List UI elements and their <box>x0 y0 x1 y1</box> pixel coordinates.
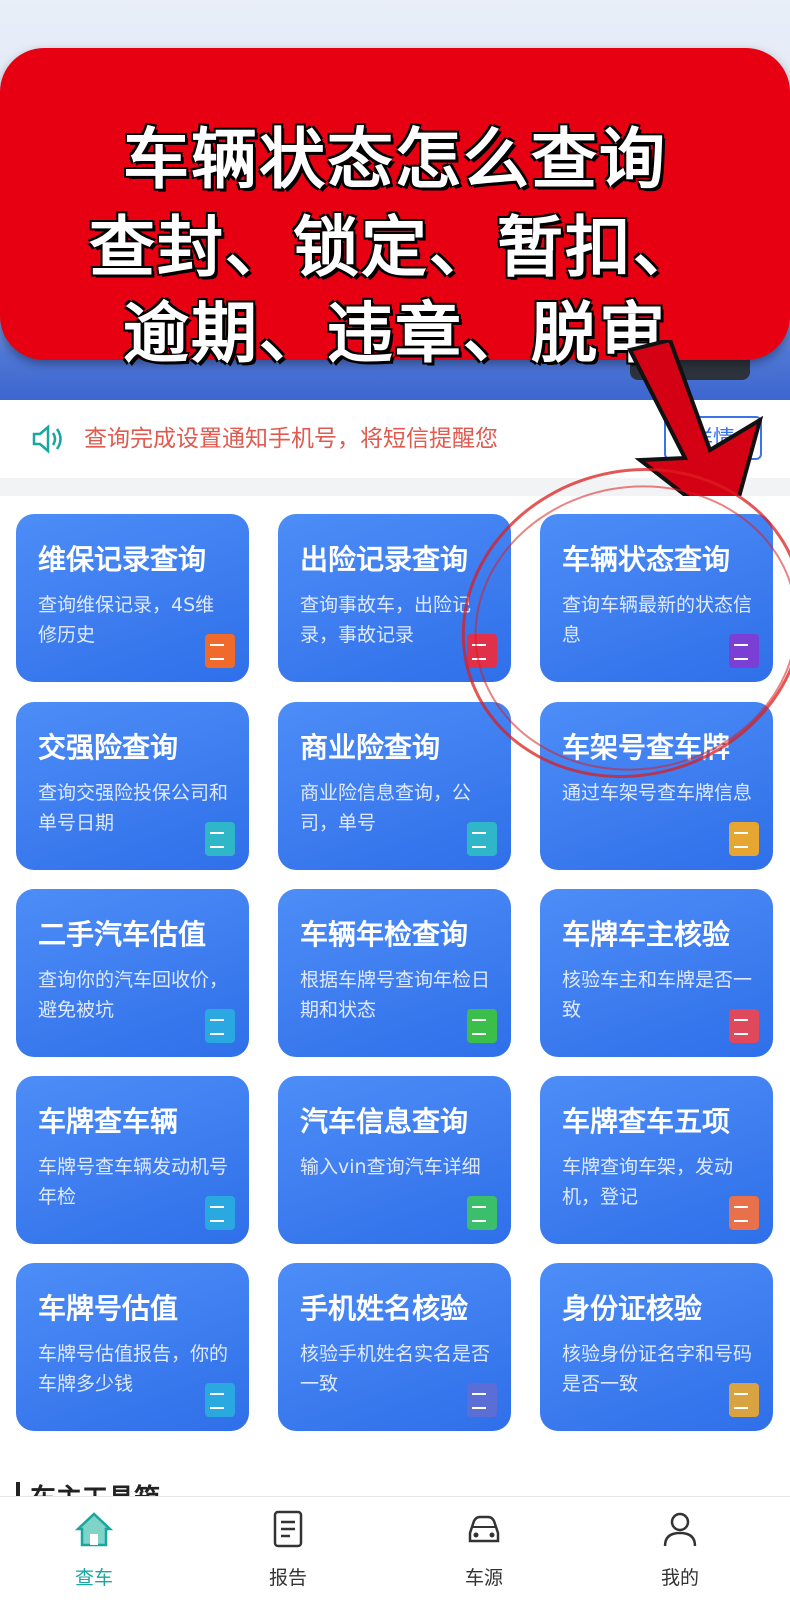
card-maintenance-record[interactable]: 维保记录查询 查询维保记录，4S维修历史 <box>16 514 249 682</box>
card-desc: 车牌号查车辆发动机号年检 <box>38 1156 229 1208</box>
card-title: 车牌号估值 <box>38 1292 179 1325</box>
card-title: 身份证核验 <box>562 1292 703 1325</box>
card-plate-valuation[interactable]: 车牌号估值 车牌号估值报告，你的车牌多少钱 <box>16 1263 249 1431</box>
card-title: 汽车信息查询 <box>300 1105 469 1138</box>
card-commercial-insurance[interactable]: 商业险查询 商业险信息查询，公司，单号 <box>278 702 511 870</box>
notice-text: 查询完成设置通知手机号，将短信提醒您 <box>84 426 498 452</box>
tab-label: 我的 <box>660 1567 699 1589</box>
card-desc: 通过车架号查车牌信息 <box>562 782 753 804</box>
card-desc: 商业险信息查询，公司，单号 <box>300 782 472 834</box>
tab-label: 查车 <box>74 1567 113 1589</box>
card-title: 车辆年检查询 <box>300 918 469 951</box>
card-id-verification[interactable]: 身份证核验 核验身份证名字和号码是否一致 <box>540 1263 773 1431</box>
tab-mine[interactable]: 我的 <box>620 1505 740 1597</box>
card-title: 维保记录查询 <box>38 543 207 576</box>
report-icon <box>205 634 235 668</box>
report-icon <box>467 1009 497 1043</box>
card-title: 出险记录查询 <box>300 543 469 576</box>
report-icon <box>205 1009 235 1043</box>
tab-label: 车源 <box>464 1567 503 1589</box>
card-owner-verification[interactable]: 车牌车主核验 核验车主和车牌是否一致 <box>540 889 773 1057</box>
home-icon <box>74 1512 114 1547</box>
card-desc: 查询交强险投保公司和单号日期 <box>38 782 229 834</box>
report-icon <box>467 1383 497 1417</box>
car-icon <box>468 1515 500 1543</box>
card-title: 手机姓名核验 <box>300 1292 469 1325</box>
tab-label: 报告 <box>268 1567 307 1589</box>
card-title: 二手汽车估值 <box>38 918 207 951</box>
tab-report[interactable]: 报告 <box>228 1505 348 1597</box>
card-desc: 车牌号估值报告，你的车牌多少钱 <box>38 1343 229 1395</box>
card-desc: 核验身份证名字和号码是否一致 <box>562 1343 753 1395</box>
person-icon <box>663 1512 697 1547</box>
document-icon <box>273 1510 303 1548</box>
card-desc: 核验手机姓名实名是否一致 <box>300 1343 491 1395</box>
card-plate-to-vehicle[interactable]: 车牌查车辆 车牌号查车辆发动机号年检 <box>16 1076 249 1244</box>
report-icon <box>729 1196 759 1230</box>
report-icon <box>205 822 235 856</box>
report-icon <box>467 1196 497 1230</box>
report-icon <box>729 822 759 856</box>
report-icon <box>729 1009 759 1043</box>
report-icon <box>467 822 497 856</box>
card-title: 车牌车主核验 <box>562 918 731 951</box>
report-icon <box>205 1196 235 1230</box>
card-desc: 输入vin查询汽车详细 <box>300 1156 481 1178</box>
card-annual-inspection[interactable]: 车辆年检查询 根据车牌号查询年检日期和状态 <box>278 889 511 1057</box>
card-title: 商业险查询 <box>300 731 441 764</box>
card-desc: 车牌查询车架，发动机，登记 <box>562 1156 734 1208</box>
card-plate-five-items[interactable]: 车牌查车五项 车牌查询车架，发动机，登记 <box>540 1076 773 1244</box>
tab-car-source[interactable]: 车源 <box>424 1505 544 1597</box>
banner-line-1: 车辆状态怎么查询 <box>123 121 667 198</box>
report-icon <box>205 1383 235 1417</box>
card-title: 车牌查车辆 <box>38 1105 179 1138</box>
card-compulsory-insurance[interactable]: 交强险查询 查询交强险投保公司和单号日期 <box>16 702 249 870</box>
speaker-icon <box>32 424 62 454</box>
report-icon <box>729 1383 759 1417</box>
card-desc: 查询你的汽车回收价，避免被坑 <box>38 969 229 1021</box>
overlay-title-banner: 车辆状态怎么查询 查封、锁定、暂扣、 逾期、违章、脱审 <box>0 48 790 372</box>
tab-check-car[interactable]: 查车 <box>34 1505 154 1597</box>
card-car-info[interactable]: 汽车信息查询 输入vin查询汽车详细 <box>278 1076 511 1244</box>
card-desc: 查询维保记录，4S维修历史 <box>38 594 215 646</box>
card-used-car-valuation[interactable]: 二手汽车估值 查询你的汽车回收价，避免被坑 <box>16 889 249 1057</box>
bottom-tab-bar: 查车 报告 车源 我的 <box>0 1496 790 1604</box>
card-title: 车牌查车五项 <box>562 1105 731 1138</box>
card-desc: 根据车牌号查询年检日期和状态 <box>300 969 491 1021</box>
card-title: 交强险查询 <box>38 731 179 764</box>
card-phone-name-verification[interactable]: 手机姓名核验 核验手机姓名实名是否一致 <box>278 1263 511 1431</box>
card-desc: 核验车主和车牌是否一致 <box>562 969 753 1021</box>
banner-line-2: 查封、锁定、暂扣、 <box>89 209 701 286</box>
